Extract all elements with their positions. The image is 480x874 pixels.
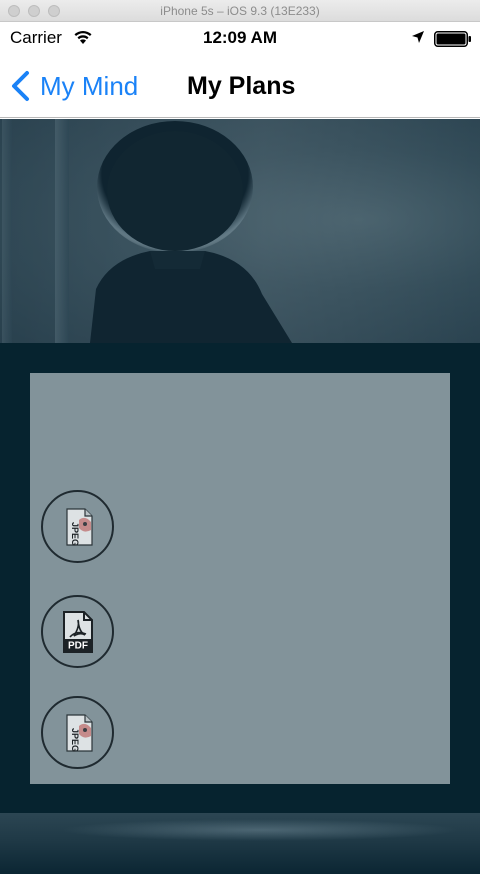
jpeg-icon-label: JPEG [70, 728, 80, 752]
footer-photo [0, 813, 480, 874]
person-silhouette [90, 121, 292, 343]
simulator-titlebar: iPhone 5s – iOS 9.3 (13E233) [0, 0, 480, 22]
page-title: My Plans [187, 72, 296, 100]
navigation-bar: My Mind My Plans [0, 54, 480, 118]
pdf-attachment-button[interactable]: PDF [41, 595, 114, 668]
pdf-file-icon: PDF [62, 610, 93, 653]
pdf-icon-label: PDF [68, 640, 88, 651]
jpeg-icon-label: JPEG [70, 522, 80, 546]
status-time: 12:09 AM [202, 28, 277, 47]
jpeg-file-icon: JPEG [65, 507, 93, 546]
jpeg-attachment-button[interactable]: JPEG [41, 490, 114, 563]
plans-section: JPEG PDF JPEG [0, 343, 480, 813]
location-icon [412, 31, 424, 43]
back-button-label: My Mind [40, 70, 139, 101]
battery-icon [434, 31, 471, 47]
status-bar: Carrier 12:09 AM [0, 22, 480, 54]
jpeg-file-icon: JPEG [65, 713, 93, 752]
header-photo [0, 119, 480, 343]
simulator-title: iPhone 5s – iOS 9.3 (13E233) [160, 4, 320, 18]
back-button[interactable]: My Mind [10, 68, 138, 104]
chevron-left-icon [12, 71, 29, 101]
attachments-panel: JPEG PDF JPEG [30, 373, 450, 784]
footer-photo-glow [60, 819, 460, 841]
jpeg-attachment-button[interactable]: JPEG [41, 696, 114, 769]
